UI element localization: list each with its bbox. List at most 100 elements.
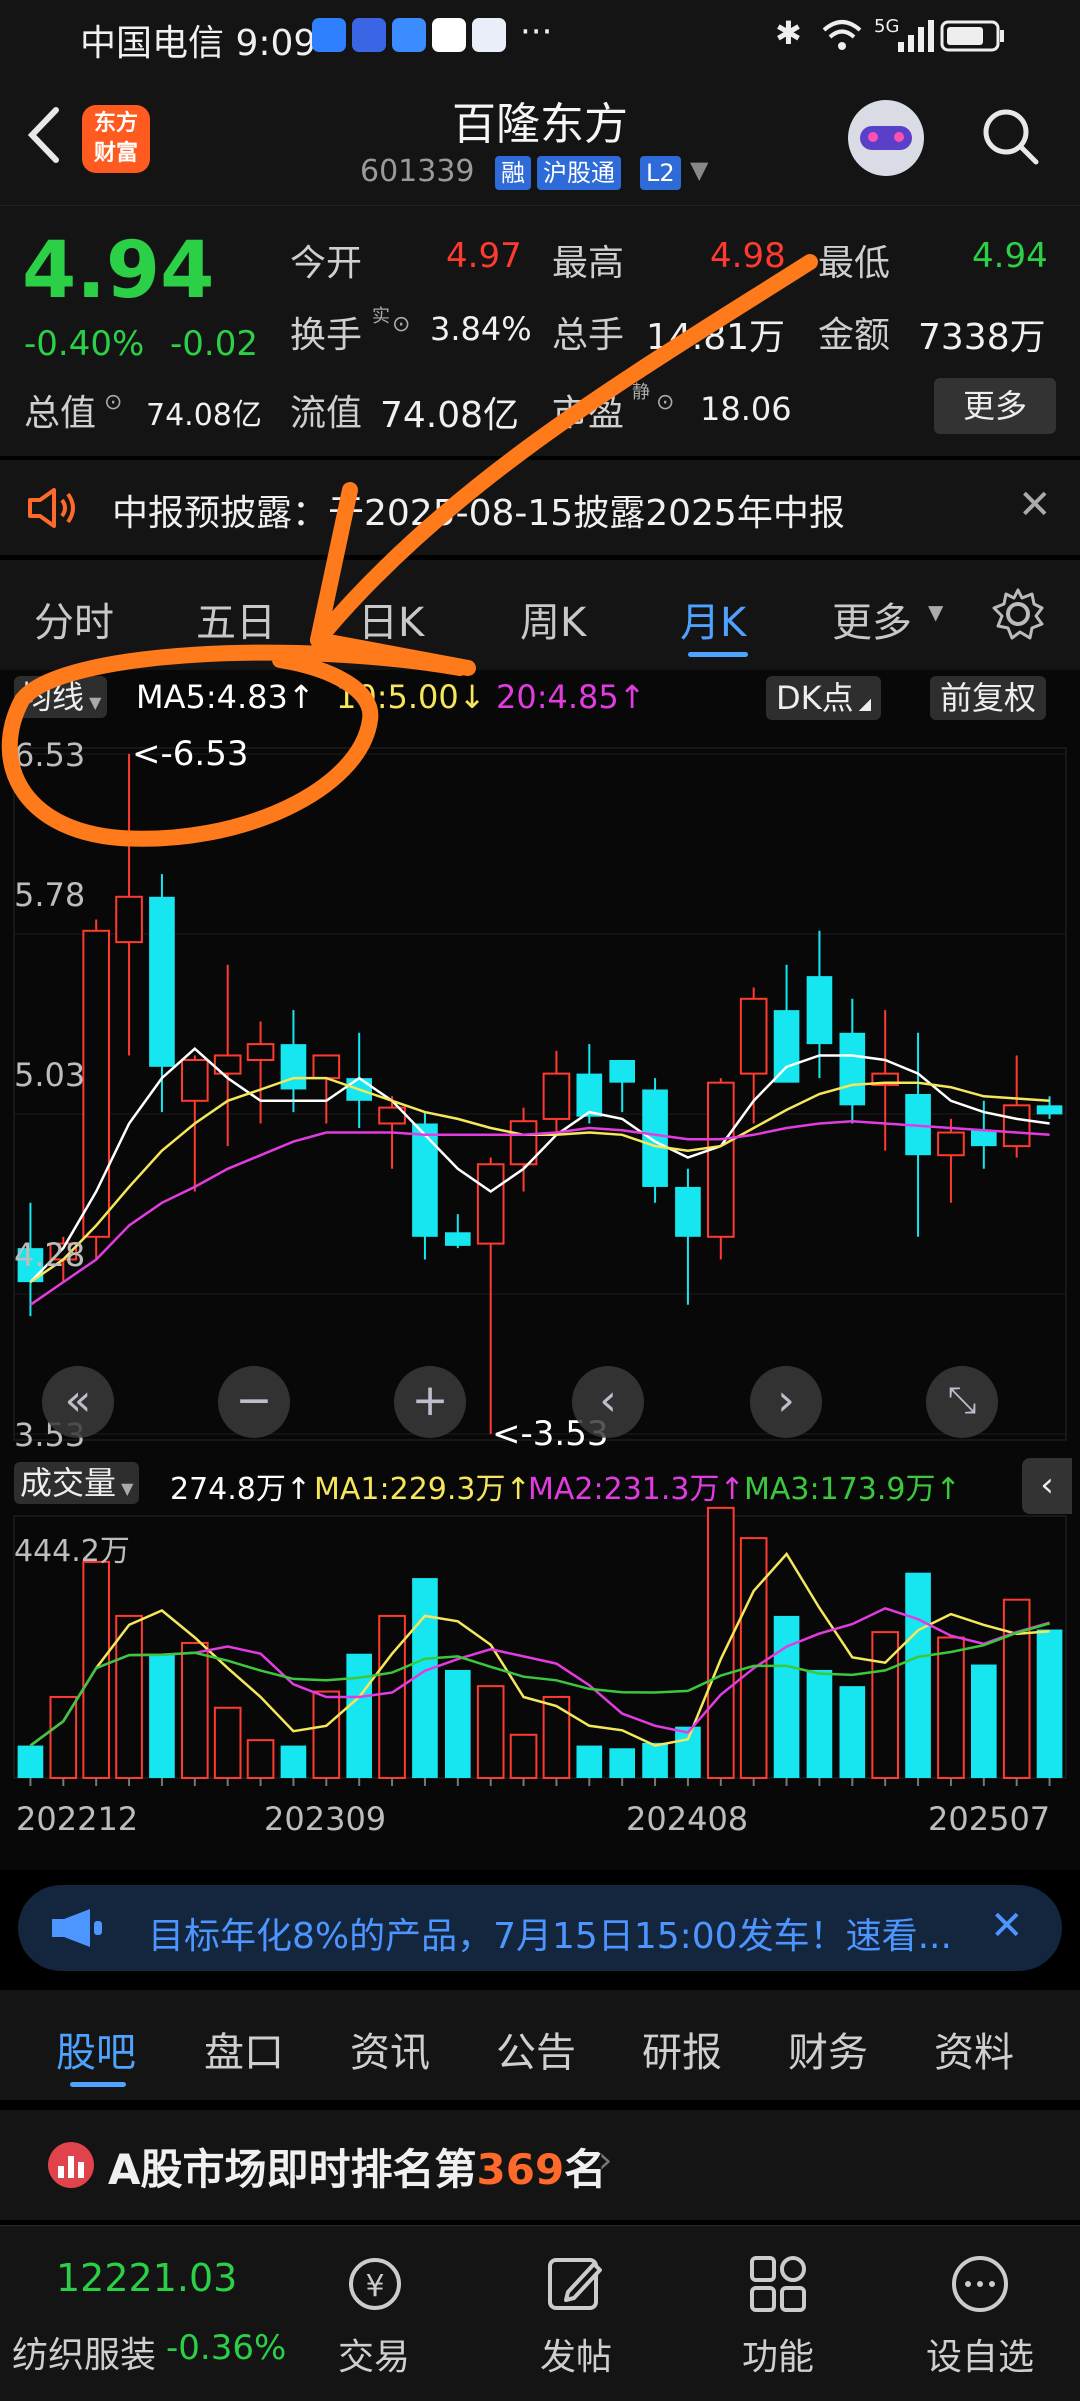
candle-body <box>937 1131 965 1157</box>
ma20-line <box>29 1119 1050 1306</box>
active-tab-indicator <box>688 652 748 657</box>
battery-icon <box>940 20 1004 52</box>
float-value-label: 流值 <box>290 393 363 434</box>
volume-bar <box>609 1748 636 1778</box>
volume-bar <box>839 1686 866 1778</box>
date-tick: 202507 <box>928 1800 1051 1838</box>
volume-bar <box>213 1706 242 1779</box>
search-icon[interactable] <box>980 106 1040 166</box>
period-tabs: 分时 五日 日K 周K 月K 更多 ▼ <box>0 560 1080 670</box>
date-tick: 202408 <box>626 1800 749 1838</box>
post-edit-icon[interactable] <box>544 2252 608 2316</box>
ma20-legend: 20:4.85↑ <box>496 678 646 716</box>
index-value[interactable]: 12221.03 <box>56 2256 237 2300</box>
app-notification-icon <box>472 18 506 52</box>
amount-value: 7338万 <box>918 317 1046 358</box>
info-icon[interactable]: ⊙ <box>104 390 122 415</box>
candle-body <box>576 1073 603 1117</box>
tab-financials[interactable]: 财务 <box>788 2020 868 2078</box>
nav-trade-label[interactable]: 交易 <box>338 2328 410 2380</box>
volume-bar <box>444 1669 471 1778</box>
volume-bar <box>905 1572 931 1778</box>
functions-grid-icon[interactable] <box>746 2252 810 2316</box>
close-icon[interactable]: ✕ <box>1018 482 1052 528</box>
zoom-out-button[interactable]: − <box>218 1366 290 1438</box>
tab-monthly-k[interactable]: 月K <box>680 590 746 648</box>
more-notifications: ··· <box>520 12 553 52</box>
volume-bar <box>312 1690 341 1779</box>
low-label: 最低 <box>818 243 891 284</box>
candle-body <box>476 1163 505 1245</box>
chevron-down-icon[interactable]: ▼ <box>928 600 943 624</box>
settings-gear-icon[interactable] <box>990 586 1046 642</box>
status-bar: 中国电信 9:09 ··· ✱ 5G <box>0 0 1080 70</box>
tab-research[interactable]: 研报 <box>642 2020 722 2078</box>
assistant-robot-icon[interactable] <box>848 100 924 176</box>
volume-indicator-selector[interactable]: 成交量 ▼ <box>14 1462 140 1504</box>
open-value: 4.97 <box>446 236 522 276</box>
ranking-row[interactable]: A股市场即时排名第369名 › <box>0 2110 1080 2220</box>
add-watchlist-icon[interactable] <box>948 2252 1012 2316</box>
candle-body <box>773 1010 800 1083</box>
adjust-button[interactable]: 前复权 <box>930 676 1047 720</box>
vol-ma3-legend: MA3:173.9万↑ <box>744 1472 961 1507</box>
collapse-panel-button[interactable]: ‹ <box>1022 1458 1072 1514</box>
tab-news[interactable]: 资讯 <box>350 2020 430 2078</box>
chevron-down-icon[interactable]: ▼ <box>690 156 708 184</box>
dk-point-button[interactable]: DK点 ◢ <box>766 676 882 720</box>
bluetooth-icon: ✱ <box>775 14 802 52</box>
wifi-icon <box>822 20 862 50</box>
megaphone-icon <box>52 1909 102 1947</box>
candle-body <box>970 1130 997 1147</box>
trade-yen-icon[interactable]: ¥ <box>340 2252 410 2316</box>
index-name[interactable]: 纺织服装 <box>12 2326 156 2378</box>
stock-header: 东方 财富 百隆东方 601339 融 沪股通 L2 ▼ <box>0 70 1080 205</box>
active-tab-indicator <box>70 2082 126 2087</box>
tab-five-day[interactable]: 五日 <box>196 590 276 648</box>
tab-more[interactable]: 更多 <box>832 590 912 648</box>
tab-weekly-k[interactable]: 周K <box>520 590 586 648</box>
vol-ma3-text: MA3:173.9万 <box>744 1472 936 1507</box>
tab-announcements[interactable]: 公告 <box>496 2020 576 2078</box>
info-icon[interactable]: ⊙ <box>656 390 674 415</box>
info-icon[interactable]: ⊙ <box>392 312 410 337</box>
tab-profile[interactable]: 资料 <box>934 2020 1014 2078</box>
index-change[interactable]: -0.36% <box>166 2328 286 2368</box>
scroll-left-fast-button[interactable]: « <box>42 1366 114 1438</box>
tab-forum[interactable]: 股吧 <box>56 2020 136 2078</box>
candle-body <box>115 895 143 944</box>
tab-orderbook[interactable]: 盘口 <box>204 2020 284 2078</box>
scroll-right-button[interactable]: › <box>750 1366 822 1438</box>
app-notification-icon <box>352 18 386 52</box>
tab-intraday[interactable]: 分时 <box>34 590 114 648</box>
zoom-in-button[interactable]: + <box>394 1366 466 1438</box>
nav-post-label[interactable]: 发帖 <box>540 2328 612 2380</box>
promo-banner[interactable]: 目标年化8%的产品，7月15日15:00发车！速看... ✕ <box>18 1885 1062 1971</box>
chevron-right-icon: › <box>598 2140 613 2181</box>
volume-bar <box>17 1745 44 1778</box>
candle-body <box>839 1032 866 1106</box>
tab-daily-k[interactable]: 日K <box>358 590 424 648</box>
volume-bar <box>576 1745 603 1778</box>
fullscreen-button[interactable]: ⤡ <box>926 1366 998 1438</box>
high-value: 4.98 <box>710 236 786 276</box>
more-quote-button[interactable]: 更多 <box>934 378 1056 434</box>
kline-chart[interactable] <box>0 670 1080 1870</box>
candle-body <box>806 976 833 1045</box>
speaker-icon <box>28 488 75 528</box>
app-notification-icon <box>392 18 426 52</box>
candle-body <box>149 896 175 1067</box>
ma-selector[interactable]: 均线 ▼ <box>14 676 108 718</box>
nav-add-watchlist-label[interactable]: 设自选 <box>926 2328 1034 2380</box>
notice-bar[interactable]: 中报预披露：于2025-08-15披露2025年中报 ✕ <box>0 460 1080 555</box>
close-icon[interactable]: ✕ <box>990 1903 1024 1949</box>
nav-functions-label[interactable]: 功能 <box>742 2328 814 2380</box>
scroll-left-button[interactable]: ‹ <box>572 1366 644 1438</box>
turnover-sup: 实 <box>372 306 390 327</box>
quote-panel: 4.94 -0.40% -0.02 今开 4.97 最高 4.98 最低 4.9… <box>0 205 1080 456</box>
level2-tag: L2 <box>640 156 681 190</box>
low-value: 4.94 <box>972 236 1048 276</box>
bottom-nav: 12221.03 纺织服装 -0.36% ¥ 交易 发帖 功能 设自选 <box>0 2225 1080 2401</box>
volume-selector-label: 成交量 <box>20 1464 117 1502</box>
float-value: 74.08亿 <box>380 395 520 436</box>
